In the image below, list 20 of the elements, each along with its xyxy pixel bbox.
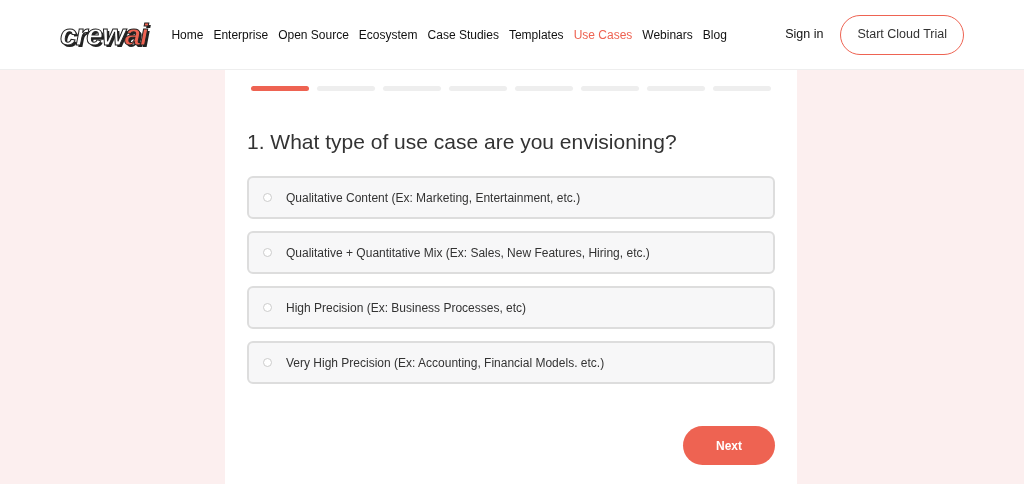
answer-option[interactable]: Qualitative Content (Ex: Marketing, Entertainment, etc.) bbox=[247, 176, 775, 220]
nav-link[interactable]: Ecosystem bbox=[358, 25, 418, 44]
answer-option[interactable]: Very High Precision (Ex: Accounting, Financial Models. etc.) bbox=[247, 341, 775, 385]
radio-button[interactable] bbox=[263, 248, 272, 258]
sign-in-link[interactable]: Sign in bbox=[785, 25, 824, 44]
radio-button[interactable] bbox=[263, 358, 272, 368]
nav-link[interactable]: Open Source bbox=[278, 25, 349, 44]
answer-option[interactable]: Qualitative + Quantitative Mix (Ex: Sales, New Features, Hiring, etc.) bbox=[247, 231, 775, 275]
nav-link[interactable]: Enterprise bbox=[213, 25, 269, 44]
nav-link[interactable]: Case Studies bbox=[427, 25, 499, 44]
nav-link[interactable]: Webinars bbox=[642, 25, 693, 44]
radio-button[interactable] bbox=[263, 303, 272, 313]
nav-link[interactable]: Home bbox=[171, 25, 204, 44]
logo[interactable]: crewai bbox=[60, 19, 148, 50]
radio-button[interactable] bbox=[263, 193, 272, 203]
nav-link[interactable]: Blog bbox=[702, 25, 727, 44]
question-title: 1. What type of use case are you envisioning? bbox=[247, 129, 678, 155]
answer-option[interactable]: High Precision (Ex: Business Processes, etc) bbox=[247, 286, 775, 330]
nav-link[interactable]: Templates bbox=[508, 25, 564, 44]
start-cloud-trial-button[interactable]: Start Cloud Trial bbox=[840, 14, 964, 55]
